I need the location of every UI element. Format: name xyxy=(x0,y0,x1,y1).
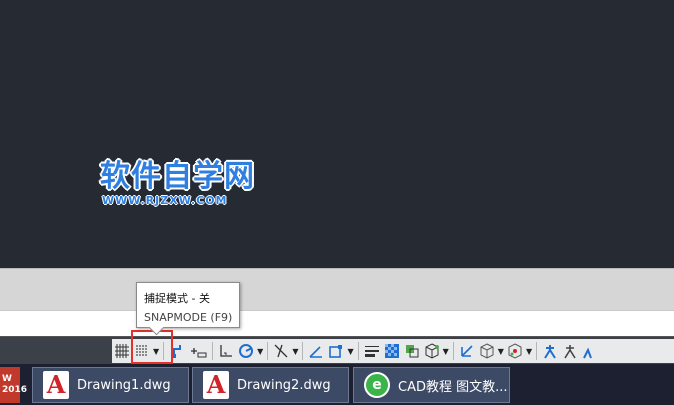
taskbar-item-label: Drawing1.dwg xyxy=(77,377,171,393)
taskbar-item-label: CAD教程 图文教... xyxy=(398,379,508,395)
object-snap-icon xyxy=(329,345,343,358)
auto-scale-button[interactable] xyxy=(560,340,580,362)
ortho-icon xyxy=(220,345,233,357)
selection-filter-button[interactable] xyxy=(477,340,497,362)
selection-cycling-button[interactable] xyxy=(402,340,422,362)
isometric-icon xyxy=(274,344,288,358)
object-snap-dropdown-arrow[interactable]: ▼ xyxy=(346,340,354,362)
annotation-scale-button[interactable] xyxy=(580,340,594,362)
gizmo-dropdown-arrow[interactable]: ▼ xyxy=(525,340,533,362)
snap-highlight-box xyxy=(131,330,173,364)
grid-icon xyxy=(115,344,129,358)
polar-dropdown-arrow[interactable]: ▼ xyxy=(256,340,264,362)
taskbar-item-drawing1[interactable]: A Drawing1.dwg xyxy=(32,367,189,403)
gizmo-button[interactable] xyxy=(505,340,525,362)
browser-icon: e xyxy=(362,370,392,400)
autocad-icon: A xyxy=(41,370,71,400)
transparency-button[interactable] xyxy=(382,340,402,362)
isometric-drafting-button[interactable] xyxy=(271,340,291,362)
watermark-url: WWW.RJZXW.COM xyxy=(102,194,228,207)
taskbar-item-label: Drawing2.dwg xyxy=(237,377,331,393)
command-line[interactable] xyxy=(0,310,674,337)
status-tools: ▼ ▼ ▼ ▼ ▼ ▼ ▼ xyxy=(112,339,674,363)
filter-dropdown-arrow[interactable]: ▼ xyxy=(497,340,505,362)
command-area xyxy=(0,268,674,311)
watermark: 软件自学网 WWW.RJZXW.COM xyxy=(100,159,255,208)
snap-mode-tooltip: 捕捉模式 - 关 SNAPMODE (F9) xyxy=(136,282,240,336)
gizmo-icon xyxy=(508,343,522,359)
dynamic-input-button[interactable] xyxy=(187,340,209,362)
lineweight-button[interactable] xyxy=(362,340,382,362)
taskbar-item-browser[interactable]: e CAD教程 图文教... xyxy=(353,367,510,403)
autocad-icon: A xyxy=(201,370,231,400)
watermark-main-text: 软件自学网 xyxy=(100,159,255,194)
start-label: W 2016 xyxy=(2,374,28,395)
object-snap-tracking-icon xyxy=(309,346,323,358)
isometric-dropdown-arrow[interactable]: ▼ xyxy=(291,340,299,362)
separator xyxy=(302,342,304,360)
annotation-scale-icon xyxy=(583,347,593,359)
separator xyxy=(267,342,269,360)
object-snap-button[interactable] xyxy=(326,340,346,362)
autocad-app-icon[interactable]: W 2016 xyxy=(0,367,28,403)
ortho-mode-button[interactable] xyxy=(216,340,236,362)
dynamic-ucs-button[interactable] xyxy=(457,340,477,362)
3d-snap-dropdown-arrow[interactable]: ▼ xyxy=(442,340,450,362)
separator xyxy=(536,342,538,360)
separator xyxy=(357,342,359,360)
status-bar: ▼ ▼ ▼ ▼ ▼ ▼ ▼ xyxy=(0,336,674,365)
taskbar-item-drawing2[interactable]: A Drawing2.dwg xyxy=(192,367,349,403)
annotation-person-icon xyxy=(544,345,556,359)
object-snap-tracking-button[interactable] xyxy=(306,340,326,362)
dynamic-input-icon xyxy=(191,348,207,358)
tooltip-title: 捕捉模式 - 关 xyxy=(144,292,210,305)
polar-tracking-icon xyxy=(239,344,254,358)
separator xyxy=(212,342,214,360)
drawing-canvas[interactable] xyxy=(0,0,674,268)
selection-cycling-icon xyxy=(405,345,419,358)
grid-display-button[interactable] xyxy=(112,340,132,362)
transparency-icon xyxy=(384,344,399,358)
annotation-visibility-button[interactable] xyxy=(540,340,560,362)
cube-snap-icon xyxy=(425,343,439,359)
taskbar: W 2016 A Drawing1.dwg A Drawing2.dwg e C… xyxy=(0,364,674,405)
dynamic-ucs-icon xyxy=(460,345,473,357)
polar-tracking-button[interactable] xyxy=(236,340,256,362)
cube-filter-icon xyxy=(480,343,494,359)
3d-object-snap-button[interactable] xyxy=(422,340,442,362)
auto-scale-icon xyxy=(564,345,576,359)
lineweight-icon xyxy=(364,346,379,357)
separator xyxy=(452,342,454,360)
